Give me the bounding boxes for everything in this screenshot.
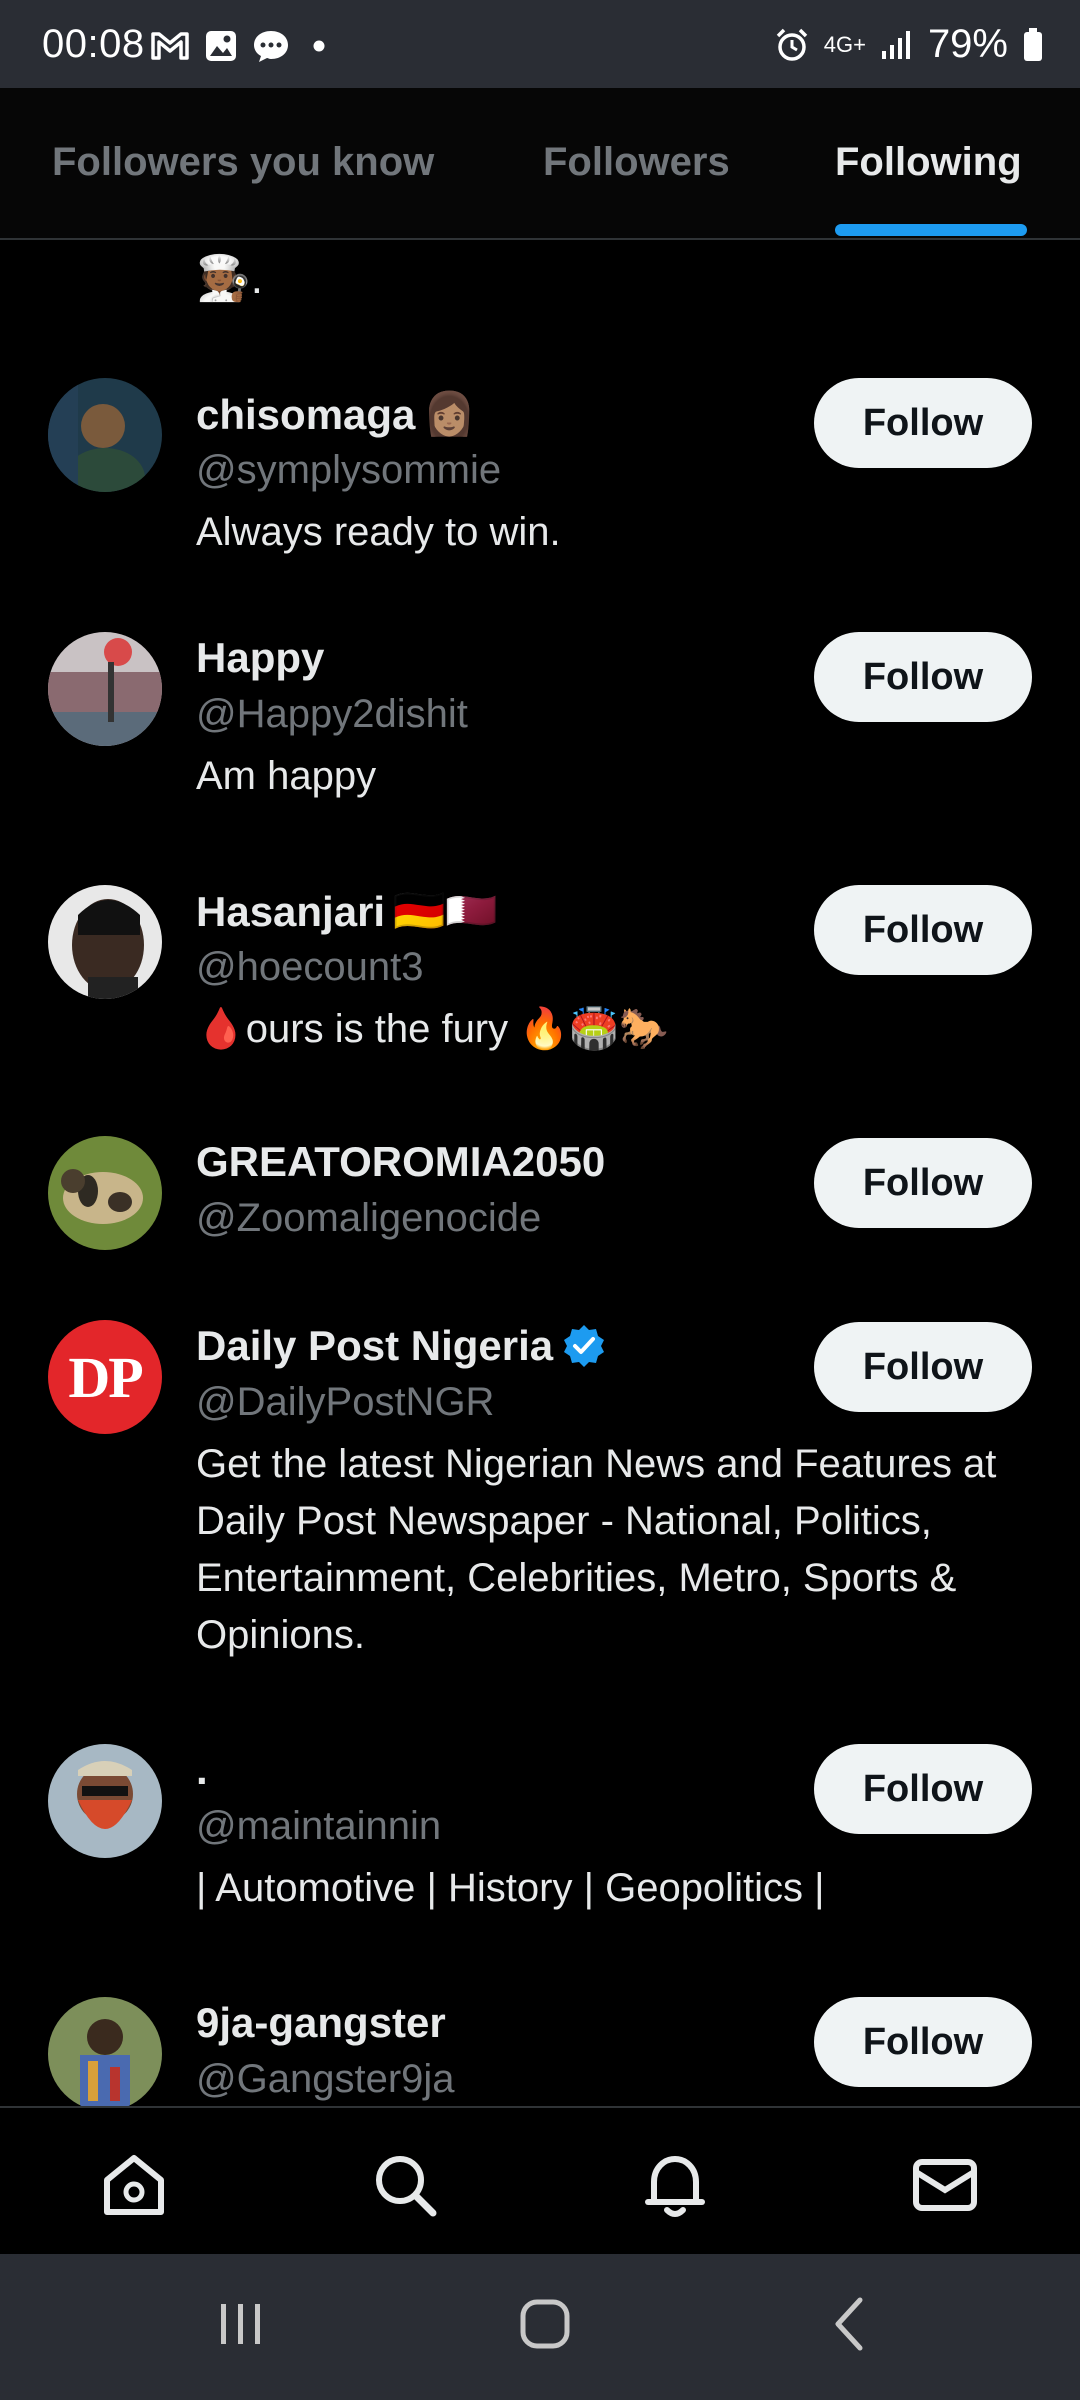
home-circle-icon[interactable]: [515, 2294, 575, 2354]
search-icon[interactable]: [370, 2150, 440, 2220]
follow-button[interactable]: Follow: [814, 1138, 1032, 1228]
status-bar: 00:08 4G+ 79%: [0, 0, 1080, 88]
user-name: Daily Post Nigeria: [196, 1322, 607, 1370]
avatar[interactable]: [48, 1136, 162, 1250]
user-name: GREATOROMIA2050: [196, 1138, 606, 1185]
user-handle: @maintainnin: [196, 1804, 442, 1848]
avatar[interactable]: [48, 632, 162, 746]
user-bio: Get the latest Nigerian News and Feature…: [196, 1442, 997, 1657]
user-bio: Always ready to win.: [196, 510, 561, 554]
user-bio: Am happy: [196, 754, 377, 798]
more-notifications-dot-icon: [313, 40, 325, 52]
user-name: Hasanjari 🇩🇪🇶🇦: [196, 887, 498, 935]
tab-followers-you-know[interactable]: Followers you know: [52, 88, 434, 238]
user-handle: @symplysommie: [196, 448, 502, 492]
previous-user-bio-tail: 🧑🏾‍🍳.: [196, 254, 264, 303]
follow-button[interactable]: Follow: [814, 885, 1032, 975]
battery-icon: [1024, 27, 1042, 61]
signal-icon: [881, 30, 910, 59]
avatar[interactable]: [48, 1997, 162, 2106]
back-icon[interactable]: [826, 2294, 872, 2354]
tab-following[interactable]: Following: [835, 88, 1022, 238]
status-notification-icons: [150, 28, 334, 64]
user-name: 9ja-gangster: [196, 1999, 446, 2046]
user-handle: @Zoomaligenocide: [196, 1196, 542, 1240]
follow-button[interactable]: Follow: [814, 1997, 1032, 2087]
name-emoji: 👩🏽: [423, 390, 476, 437]
follow-tabs: Followers you know Followers Following: [0, 88, 1080, 240]
user-handle: @DailyPostNGR: [196, 1380, 495, 1424]
messages-icon[interactable]: [910, 2150, 980, 2220]
system-navigation-bar: [0, 2254, 1080, 2400]
active-tab-indicator: [835, 224, 1027, 236]
status-system-icons: 4G+ 79%: [774, 22, 1044, 67]
bottom-navigation: [0, 2106, 1080, 2256]
following-list[interactable]: 🧑🏾‍🍳. chisomaga 👩🏽 @symplysommie Always r…: [0, 240, 1080, 2106]
user-name: Happy: [196, 634, 325, 681]
alarm-icon: [776, 28, 807, 61]
name-emoji: 🇩🇪🇶🇦: [393, 887, 498, 934]
recents-icon[interactable]: [215, 2294, 267, 2354]
verified-badge-icon: [564, 1325, 605, 1367]
avatar[interactable]: [48, 378, 162, 492]
gallery-icon: [206, 31, 236, 61]
avatar[interactable]: [48, 1744, 162, 1858]
battery-percent: 79%: [927, 22, 1008, 66]
user-name: chisomaga 👩🏽: [196, 390, 476, 438]
messages-chat-icon: [254, 31, 288, 62]
follow-button[interactable]: Follow: [814, 632, 1032, 722]
follow-button[interactable]: Follow: [814, 1744, 1032, 1834]
avatar[interactable]: [48, 885, 162, 999]
notifications-icon[interactable]: [640, 2150, 710, 2220]
network-type: 4G+: [823, 31, 866, 57]
user-name: .: [196, 1746, 208, 1793]
follow-button[interactable]: Follow: [814, 1322, 1032, 1412]
follow-button[interactable]: Follow: [814, 378, 1032, 468]
status-time: 00:08: [42, 22, 145, 66]
user-handle: @Happy2dishit: [196, 692, 468, 736]
user-bio: | Automotive | History | Geopolitics |: [196, 1866, 825, 1910]
user-bio: 🩸ours is the fury 🔥🏟️🐎: [196, 1007, 669, 1051]
avatar-logo-text: DP: [68, 1344, 143, 1410]
tab-followers[interactable]: Followers: [543, 88, 730, 238]
avatar[interactable]: DP: [48, 1320, 162, 1434]
user-handle: @hoecount3: [196, 945, 424, 989]
user-handle: @Gangster9ja: [196, 2057, 455, 2101]
home-icon[interactable]: [99, 2150, 169, 2220]
gmail-icon: [151, 32, 189, 60]
